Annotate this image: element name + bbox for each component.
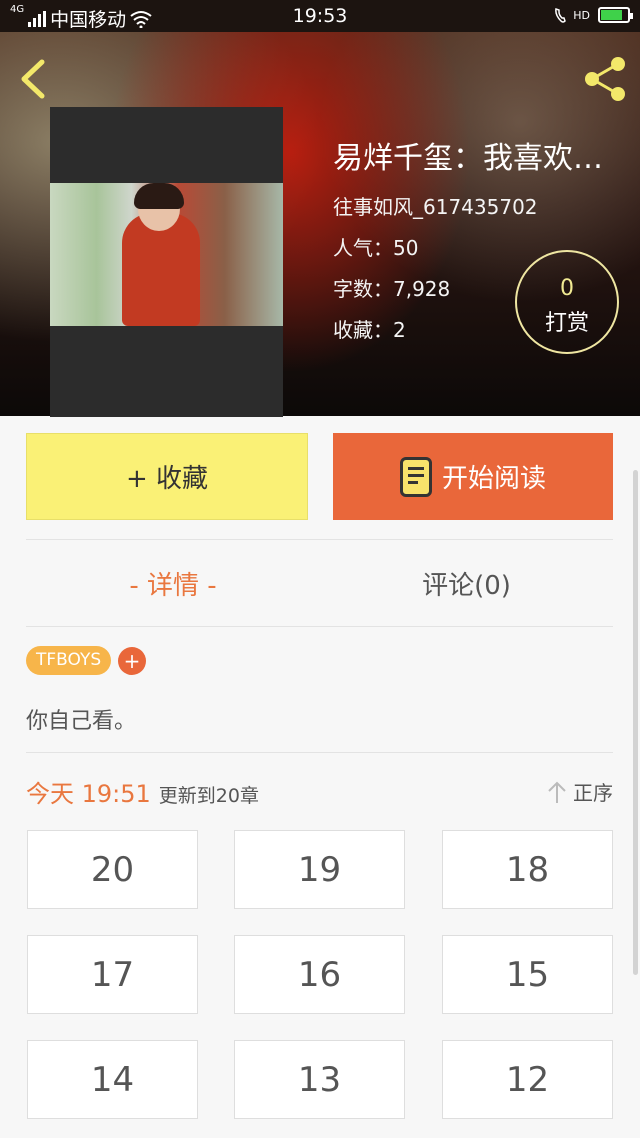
book-description: 你自己看。 xyxy=(26,709,137,734)
status-time: 19:53 xyxy=(292,5,348,27)
collect-label: + 收藏 xyxy=(125,464,209,494)
sort-label: 正序 xyxy=(573,781,613,805)
chapter-cell[interactable]: 15 xyxy=(442,935,613,1014)
chevron-left-icon xyxy=(21,59,45,99)
hd-label: HD xyxy=(573,8,590,22)
chapter-cell[interactable]: 17 xyxy=(27,935,198,1014)
divider xyxy=(26,752,613,753)
chapter-cell[interactable]: 19 xyxy=(234,830,405,909)
book-title: 易烊千玺：我喜欢你... xyxy=(333,141,615,176)
tip-count: 0 xyxy=(560,276,574,301)
scrollbar[interactable] xyxy=(633,470,638,975)
chapter-cell[interactable]: 13 xyxy=(234,1040,405,1119)
sort-button[interactable]: 正序 xyxy=(547,777,613,806)
start-reading-button[interactable]: 开始阅读 xyxy=(333,433,613,520)
share-icon xyxy=(585,57,625,101)
chapter-cell[interactable]: 20 xyxy=(27,830,198,909)
tag-chip[interactable]: TFBOYS xyxy=(26,646,112,675)
share-button[interactable] xyxy=(580,54,630,104)
tab-details[interactable]: - 详情 - xyxy=(26,540,320,626)
read-label: 开始阅读 xyxy=(441,464,546,494)
update-text: 更新到20章 xyxy=(158,785,259,807)
chapter-cell[interactable]: 18 xyxy=(442,830,613,909)
book-cover[interactable] xyxy=(50,107,283,417)
battery-icon xyxy=(598,7,633,23)
update-time: 今天 19:51 xyxy=(26,780,151,808)
arrow-up-icon xyxy=(548,781,566,803)
status-right: HD xyxy=(553,6,633,24)
chapter-cell[interactable]: 14 xyxy=(27,1040,198,1119)
hd-call-icon xyxy=(555,8,567,23)
divider xyxy=(26,626,613,627)
chapter-cell[interactable]: 16 xyxy=(234,935,405,1014)
book-author[interactable]: 往事如风_617435702 xyxy=(333,191,615,220)
status-bar: 4G 中国移动 19:53 HD xyxy=(0,0,640,32)
add-tag-button[interactable]: + xyxy=(118,647,146,675)
collect-button[interactable]: + 收藏 xyxy=(26,433,308,520)
back-button[interactable] xyxy=(14,56,54,102)
update-info: 今天 19:51 更新到20章 xyxy=(26,774,259,809)
battery-fill xyxy=(601,10,622,20)
tip-button[interactable]: 0 打赏 xyxy=(515,250,619,354)
chapter-cell[interactable]: 12 xyxy=(442,1040,613,1119)
cover-photo xyxy=(50,183,283,326)
tip-label: 打赏 xyxy=(544,311,589,336)
book-icon xyxy=(399,456,432,497)
tab-comments[interactable]: 评论(0) xyxy=(320,540,613,626)
